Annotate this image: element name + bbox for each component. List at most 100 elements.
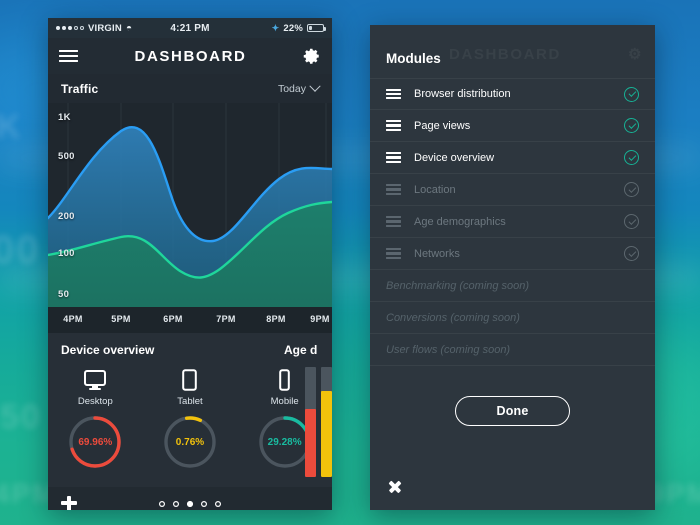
x-axis-tick: 4PM bbox=[63, 314, 83, 324]
module-row-location[interactable]: Location bbox=[370, 174, 655, 206]
module-label: Browser distribution bbox=[414, 88, 511, 100]
chevron-down-icon bbox=[309, 80, 321, 92]
age-demographics-title: Age d bbox=[284, 343, 318, 357]
status-bar: VIRGIN ◓ 4:21 PM ✦ 22% bbox=[48, 18, 332, 38]
wifi-icon: ◓ bbox=[125, 22, 133, 34]
drag-handle-icon[interactable] bbox=[386, 248, 401, 259]
device-icon-row: Desktop Tablet Mobile bbox=[48, 357, 332, 407]
carrier-label: VIRGIN bbox=[88, 22, 122, 34]
y-axis-tick: 1K bbox=[58, 112, 71, 123]
mobile-icon bbox=[279, 367, 290, 391]
module-row-age-demographics[interactable]: Age demographics bbox=[370, 206, 655, 238]
drag-handle-icon[interactable] bbox=[386, 184, 401, 195]
check-circle-icon[interactable] bbox=[624, 118, 639, 133]
date-range-label: Today bbox=[277, 82, 306, 95]
y-axis-tick: 100 bbox=[58, 248, 75, 259]
device-label: Desktop bbox=[77, 396, 113, 407]
module-label: Device overview bbox=[414, 151, 495, 164]
module-label: Benchmarking (coming soon) bbox=[386, 279, 530, 292]
x-axis: 4PM 5PM 6PM 7PM 8PM 9PM bbox=[48, 307, 332, 333]
module-row-page-views[interactable]: Page views bbox=[370, 110, 655, 142]
traffic-chart: 1K 500 200 100 50 bbox=[48, 103, 332, 307]
page-dot[interactable] bbox=[159, 501, 165, 507]
check-circle-icon[interactable] bbox=[624, 150, 639, 165]
module-row-browser-distribution[interactable]: Browser distribution bbox=[370, 78, 655, 110]
x-axis-tick: 6PM bbox=[163, 314, 183, 324]
y-axis-tick: 500 bbox=[58, 151, 75, 162]
modules-header: Modules bbox=[370, 25, 655, 78]
signal-strength-icon bbox=[56, 26, 84, 30]
module-row-networks[interactable]: Networks bbox=[370, 238, 655, 270]
x-axis-tick: 8PM bbox=[266, 314, 286, 324]
module-label: Age demographics bbox=[414, 215, 506, 228]
bluetooth-icon: ✦ bbox=[271, 22, 280, 33]
y-axis-tick: 200 bbox=[58, 211, 75, 222]
battery-icon bbox=[307, 24, 327, 32]
y-axis-tick: 50 bbox=[58, 289, 70, 300]
device-overview-section: Device overview Age d Desktop Tablet Mob… bbox=[48, 333, 332, 487]
module-label: Networks bbox=[414, 247, 460, 260]
page-dot[interactable] bbox=[173, 501, 179, 507]
page-dot[interactable] bbox=[215, 501, 221, 507]
module-label: Page views bbox=[414, 119, 471, 132]
module-label: Conversions (coming soon) bbox=[386, 311, 520, 324]
background-ghost-text: K bbox=[0, 108, 23, 146]
device-overview-title: Device overview bbox=[61, 343, 155, 357]
age-bar bbox=[305, 367, 316, 477]
background-ghost-text: 00 bbox=[0, 228, 41, 272]
x-axis-tick: 7PM bbox=[216, 314, 236, 324]
battery-percent-label: 22% bbox=[283, 22, 304, 34]
page-title: DASHBOARD bbox=[134, 47, 247, 65]
gear-icon[interactable] bbox=[303, 47, 321, 65]
device-percent-value: 0.76% bbox=[175, 436, 205, 448]
module-label: User flows (coming soon) bbox=[386, 343, 511, 356]
donut-chart-desktop: 69.96% bbox=[67, 414, 123, 470]
bottom-bar bbox=[48, 487, 332, 510]
navigation-bar: DASHBOARD bbox=[48, 38, 332, 74]
date-range-dropdown[interactable]: Today bbox=[277, 80, 321, 95]
check-circle-icon[interactable] bbox=[624, 246, 639, 261]
page-dot-active[interactable] bbox=[187, 500, 193, 507]
close-icon[interactable] bbox=[388, 480, 402, 494]
device-percentage-row: 69.96% 0.76% 29.28% bbox=[48, 414, 332, 470]
modules-title: Modules bbox=[386, 51, 441, 66]
drag-handle-icon[interactable] bbox=[386, 216, 401, 227]
drag-handle-icon[interactable] bbox=[386, 120, 401, 131]
donut-chart-tablet: 0.76% bbox=[162, 414, 218, 470]
x-axis-tick: 9PM bbox=[310, 314, 330, 324]
module-row-benchmarking: Benchmarking (coming soon) bbox=[370, 270, 655, 302]
drag-handle-icon[interactable] bbox=[386, 88, 401, 100]
page-indicator-dots bbox=[159, 500, 221, 507]
traffic-title: Traffic bbox=[61, 81, 99, 96]
drag-handle-icon[interactable] bbox=[386, 152, 401, 163]
device-column-tablet[interactable]: Tablet bbox=[143, 367, 238, 407]
clock-label: 4:21 PM bbox=[170, 22, 210, 34]
tablet-icon bbox=[182, 367, 198, 391]
module-label: Location bbox=[414, 183, 456, 196]
check-circle-icon[interactable] bbox=[624, 182, 639, 197]
done-button[interactable]: Done bbox=[455, 396, 570, 426]
background-ghost-text: 9PM bbox=[648, 478, 700, 509]
module-row-device-overview[interactable]: Device overview bbox=[370, 142, 655, 174]
check-circle-icon[interactable] bbox=[624, 214, 639, 229]
device-column-desktop[interactable]: Desktop bbox=[48, 367, 143, 407]
plus-icon[interactable] bbox=[61, 495, 77, 510]
page-dot[interactable] bbox=[201, 501, 207, 507]
device-label: Mobile bbox=[270, 396, 299, 407]
traffic-chart-svg bbox=[48, 103, 332, 307]
traffic-header: Traffic Today bbox=[48, 74, 332, 103]
device-percent-value: 69.96% bbox=[78, 436, 113, 448]
background-ghost-text: 50 bbox=[0, 398, 42, 436]
dashboard-phone-screen: VIRGIN ◓ 4:21 PM ✦ 22% DASHBOARD Traffic… bbox=[48, 18, 332, 510]
check-circle-icon[interactable] bbox=[624, 86, 639, 102]
modules-phone-screen: DASHBOARD ⚙ Modules Browser distribution… bbox=[370, 25, 655, 510]
device-label: Tablet bbox=[177, 396, 203, 407]
hamburger-menu-icon[interactable] bbox=[59, 49, 78, 63]
module-row-user-flows: User flows (coming soon) bbox=[370, 334, 655, 366]
modules-list: Browser distribution Page views Device o… bbox=[370, 78, 655, 366]
age-demographics-bars bbox=[305, 367, 332, 477]
module-row-conversions: Conversions (coming soon) bbox=[370, 302, 655, 334]
x-axis-tick: 5PM bbox=[111, 314, 131, 324]
desktop-icon bbox=[83, 367, 107, 391]
age-bar bbox=[321, 367, 332, 477]
